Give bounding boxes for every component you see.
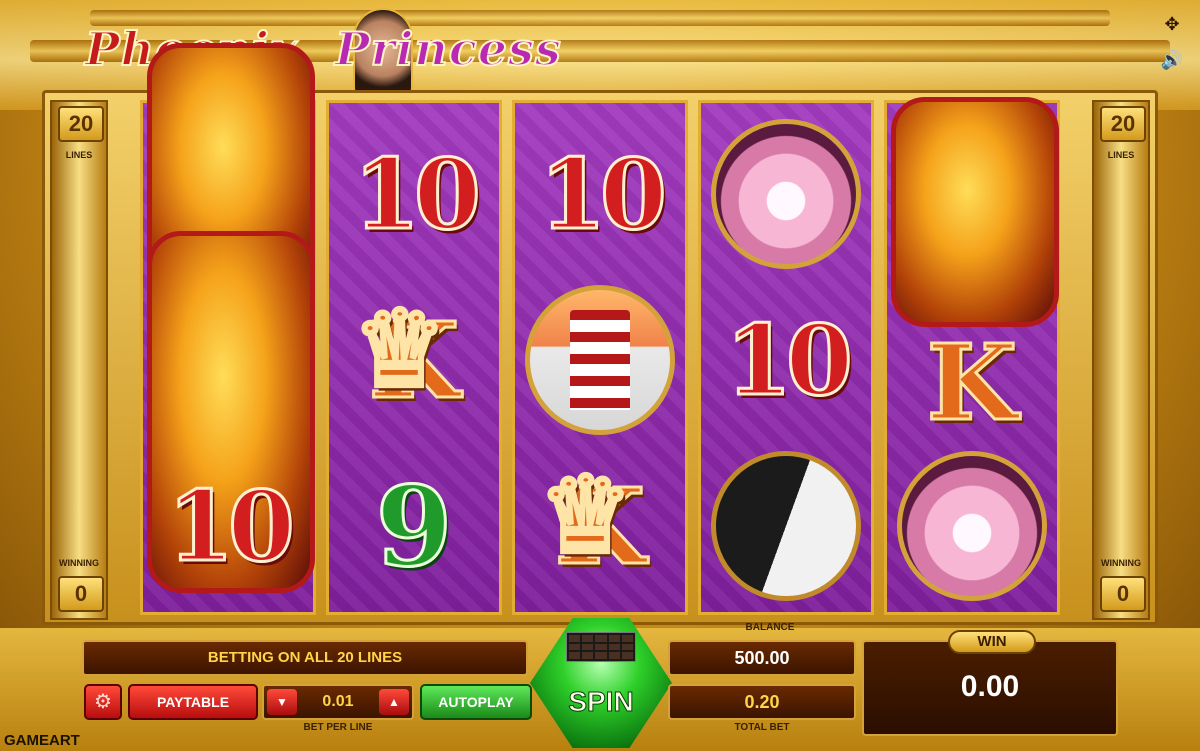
bet-decrease-button[interactable]: ▼ — [267, 689, 297, 715]
ten-symbol: 10 — [166, 468, 297, 584]
bet-per-line-value: 0.01 — [322, 693, 354, 710]
lines-count-right: 20 — [1100, 106, 1146, 142]
bet-per-line-label: BET PER LINE — [303, 722, 373, 733]
phoenix-symbol — [891, 97, 1059, 327]
winning-label-left: WINNING — [59, 558, 99, 568]
winning-value-right: 0 — [1100, 576, 1146, 612]
reel-3: 10 ♛ K — [512, 100, 688, 615]
total-bet-label: TOTAL BET — [734, 722, 790, 733]
crown-icon: ♛ — [351, 286, 447, 412]
win-panel: WIN 0.00 — [862, 630, 1118, 736]
total-bet-value: 0.20 — [668, 684, 856, 720]
top-right-controls: ✥ 🔊 — [1160, 12, 1190, 84]
triangle-up-icon: ▲ — [388, 695, 400, 709]
king-symbol: ♛ K — [351, 286, 460, 424]
lotus-symbol — [707, 115, 865, 273]
right-pillar: 20 LINES WINNING 0 — [1092, 100, 1150, 620]
balance-label: BALANCE — [745, 622, 795, 633]
betting-info: BETTING ON ALL 20 LINES — [82, 640, 528, 676]
paytable-button[interactable]: PAYTABLE — [128, 684, 258, 720]
king-symbol: ♛ K — [537, 452, 646, 590]
king-symbol: K — [925, 319, 1018, 445]
win-label: WIN — [948, 630, 1036, 654]
reel-grid-icon — [566, 632, 636, 662]
reel-4: 10 — [698, 100, 874, 615]
spin-button[interactable]: SPIN — [530, 618, 672, 748]
provider-logo: GAMEART — [4, 732, 80, 749]
lotus-symbol — [893, 447, 1051, 605]
settings-button[interactable]: ⚙ — [84, 684, 122, 720]
left-pillar: 20 LINES WINNING 0 — [50, 100, 108, 620]
lotus-icon — [897, 451, 1047, 601]
ten-symbol: 10 — [352, 136, 483, 252]
ten-symbol: 10 — [538, 136, 669, 252]
title-word-princess: Princess — [334, 21, 562, 77]
crown-icon: ♛ — [537, 452, 633, 578]
reel-1: 10 — [140, 43, 316, 615]
pagoda-icon — [525, 285, 675, 435]
sound-icon[interactable]: 🔊 — [1160, 48, 1184, 72]
reels: 10 10 ♛ K 9 10 ♛ K 10 K — [140, 43, 1060, 615]
fullscreen-icon[interactable]: ✥ — [1160, 12, 1184, 36]
yin-yang-symbol — [707, 447, 865, 605]
ten-symbol: 10 — [724, 302, 855, 418]
balance-value: 500.00 — [668, 640, 856, 676]
winning-value-left: 0 — [58, 576, 104, 612]
lines-label-right: LINES — [1107, 150, 1135, 160]
bet-per-line-stepper: ▼ 0.01 ▲ — [262, 684, 414, 720]
pagoda-symbol — [521, 281, 679, 439]
lines-count-left: 20 — [58, 106, 104, 142]
yin-yang-icon — [711, 451, 861, 601]
nine-symbol: 9 — [374, 460, 454, 592]
reel-2: 10 ♛ K 9 — [326, 100, 502, 615]
triangle-down-icon: ▼ — [276, 695, 288, 709]
control-bar: BETTING ON ALL 20 LINES ⚙ PAYTABLE ▼ 0.0… — [0, 618, 1200, 751]
reel-5: K — [884, 97, 1060, 615]
lotus-icon — [711, 119, 861, 269]
spin-label: SPIN — [568, 686, 634, 718]
lines-label-left: LINES — [65, 150, 93, 160]
winning-label-right: WINNING — [1101, 558, 1141, 568]
bet-increase-button[interactable]: ▲ — [379, 689, 409, 715]
autoplay-button[interactable]: AUTOPLAY — [420, 684, 532, 720]
gear-icon: ⚙ — [94, 691, 112, 713]
win-value: 0.00 — [960, 670, 1020, 703]
